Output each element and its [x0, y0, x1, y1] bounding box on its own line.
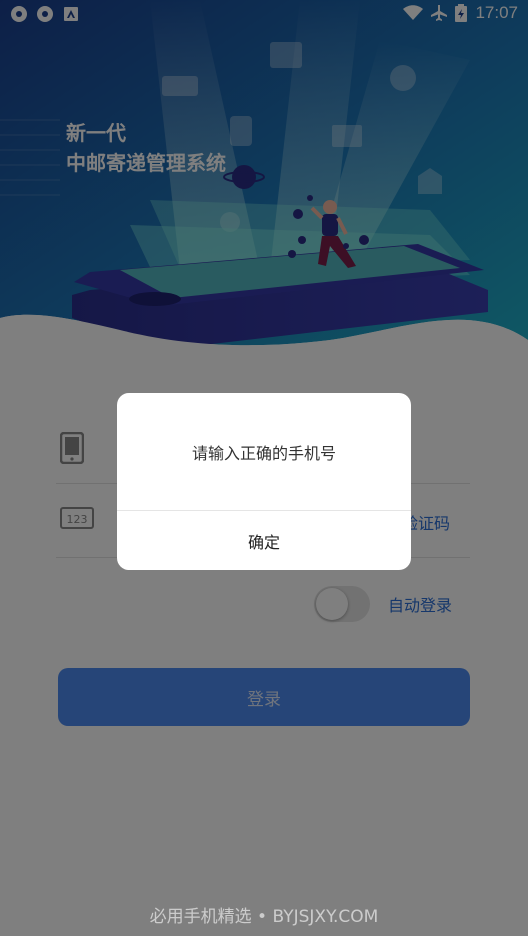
alert-dialog: 请输入正确的手机号 确定	[117, 393, 411, 570]
watermark: 必用手机精选 • BYJSJXY.COM	[149, 907, 379, 927]
login-screen: 新一代 中邮寄递管理系统	[0, 0, 528, 936]
dialog-message: 请输入正确的手机号	[191, 443, 336, 463]
confirm-button[interactable]: 确定	[117, 511, 411, 570]
